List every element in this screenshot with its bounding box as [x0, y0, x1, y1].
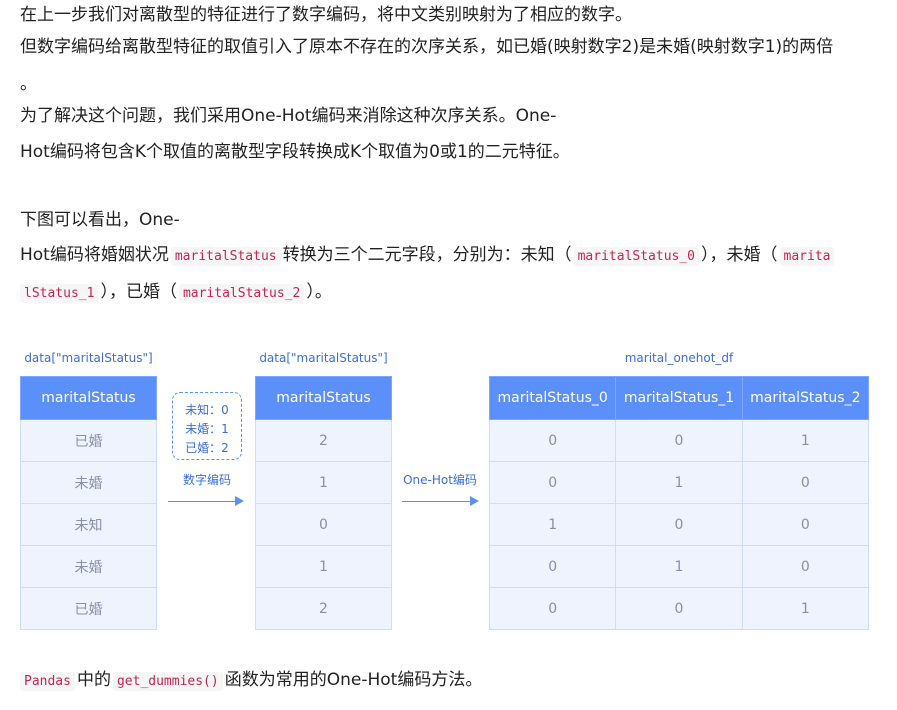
table-cell: 未婚: [20, 461, 157, 504]
table-row: 0 1 0: [488, 461, 870, 504]
table-cell: 0: [488, 545, 617, 588]
caption-mid: data["maritalStatus"]: [259, 351, 388, 365]
table-cell: 1: [488, 503, 617, 546]
table-header: maritalStatus_2: [741, 376, 870, 420]
table-header: maritalStatus_1: [615, 376, 743, 420]
mapping-box: 未知：0 未婚：1 已婚：2: [172, 392, 242, 460]
arrow-right-icon: [402, 496, 479, 506]
text-segment: ）。: [306, 282, 332, 302]
mapping-item: 未知：0: [185, 403, 229, 417]
table-header: maritalStatus: [255, 376, 392, 420]
inline-code: maritalStatus_0: [573, 247, 700, 266]
caption-right: marital_onehot_df: [624, 351, 734, 365]
table-mid: maritalStatus 2 1 0 1 2: [255, 376, 392, 630]
table-cell: 1: [255, 545, 392, 588]
text-segment: 函数为常用的One-Hot编码方法。: [224, 670, 483, 690]
table-cell: 2: [255, 587, 392, 630]
paragraph-line-4: 为了解决这个问题，我们采用One-Hot编码来消除这种次序关系。One-: [20, 106, 557, 126]
table-cell: 1: [255, 461, 392, 504]
arrow2-label: One-Hot编码: [403, 473, 477, 487]
paragraph-line-8: lStatus_1 ），已婚（ maritalStatus_2）。: [20, 280, 332, 306]
one-hot-figure: data["maritalStatus"] data["maritalStatu…: [0, 340, 897, 640]
inline-code: lStatus_1: [20, 284, 99, 303]
table-cell: 0: [255, 503, 392, 546]
text-segment: 中的: [76, 670, 111, 690]
inline-code: Pandas: [20, 672, 75, 691]
table-header: maritalStatus: [20, 376, 157, 420]
text-segment: ），已婚（: [100, 282, 177, 302]
table-cell: 1: [741, 419, 870, 462]
paragraph-line-1: 在上一步我们对离散型的特征进行了数字编码，将中文类别映射为了相应的数字。: [20, 5, 632, 25]
paragraph-line-3: 。: [20, 74, 37, 94]
paragraph-line-2: 但数字编码给离散型特征的取值引入了原本不存在的次序关系，如已婚(映射数字2)是未…: [20, 37, 834, 57]
table-row: 1 0 0: [488, 503, 870, 546]
table-left: maritalStatus 已婚 未婚 未知 未婚 已婚: [20, 376, 157, 630]
text-segment: Hot编码将婚姻状况: [20, 245, 169, 265]
paragraph-last: Pandas 中的 get_dummies() 函数为常用的One-Hot编码方法。: [20, 668, 482, 694]
mapping-item: 已婚：2: [185, 441, 229, 455]
paragraph-line-6: 下图可以看出，One-: [20, 210, 180, 230]
table-row: 0 0 1: [488, 587, 870, 630]
table-row: 0 0 1: [488, 419, 870, 462]
table-cell: 0: [488, 587, 617, 630]
table-cell: 0: [741, 545, 870, 588]
table-cell: 0: [615, 587, 743, 630]
inline-code: get_dummies(): [112, 672, 223, 691]
table-cell: 未知: [20, 503, 157, 546]
table-cell: 未婚: [20, 545, 157, 588]
caption-left: data["maritalStatus"]: [24, 351, 153, 365]
table-cell: 0: [741, 503, 870, 546]
table-cell: 0: [615, 503, 743, 546]
table-cell: 0: [488, 461, 617, 504]
inline-code: marita: [779, 247, 835, 266]
paragraph-line-5: Hot编码将包含K个取值的离散型字段转换成K个取值为0或1的二元特征。: [20, 142, 570, 162]
table-cell: 1: [615, 545, 743, 588]
text-segment: 转换为三个二元字段，分别为：未知（: [282, 245, 572, 265]
arrow1-label: 数字编码: [182, 473, 231, 487]
table-row: 0 1 0: [488, 545, 870, 588]
arrow-right-icon: [168, 496, 244, 506]
table-cell: 已婚: [20, 587, 157, 630]
table-right: maritalStatus_0 maritalStatus_1 maritalS…: [488, 376, 870, 630]
inline-code: maritalStatus_2: [178, 284, 305, 303]
table-cell: 1: [615, 461, 743, 504]
table-cell: 0: [615, 419, 743, 462]
text-segment: ），未婚（: [701, 245, 778, 265]
table-header: maritalStatus_0: [488, 376, 617, 420]
table-cell: 2: [255, 419, 392, 462]
inline-code: maritalStatus: [170, 247, 281, 266]
table-cell: 0: [488, 419, 617, 462]
paragraph-line-7: Hot编码将婚姻状况 maritalStatus 转换为三个二元字段，分别为：未知（…: [20, 243, 836, 269]
table-cell: 1: [741, 587, 870, 630]
mapping-item: 未婚：1: [185, 422, 229, 436]
table-cell: 已婚: [20, 419, 157, 462]
table-cell: 0: [741, 461, 870, 504]
